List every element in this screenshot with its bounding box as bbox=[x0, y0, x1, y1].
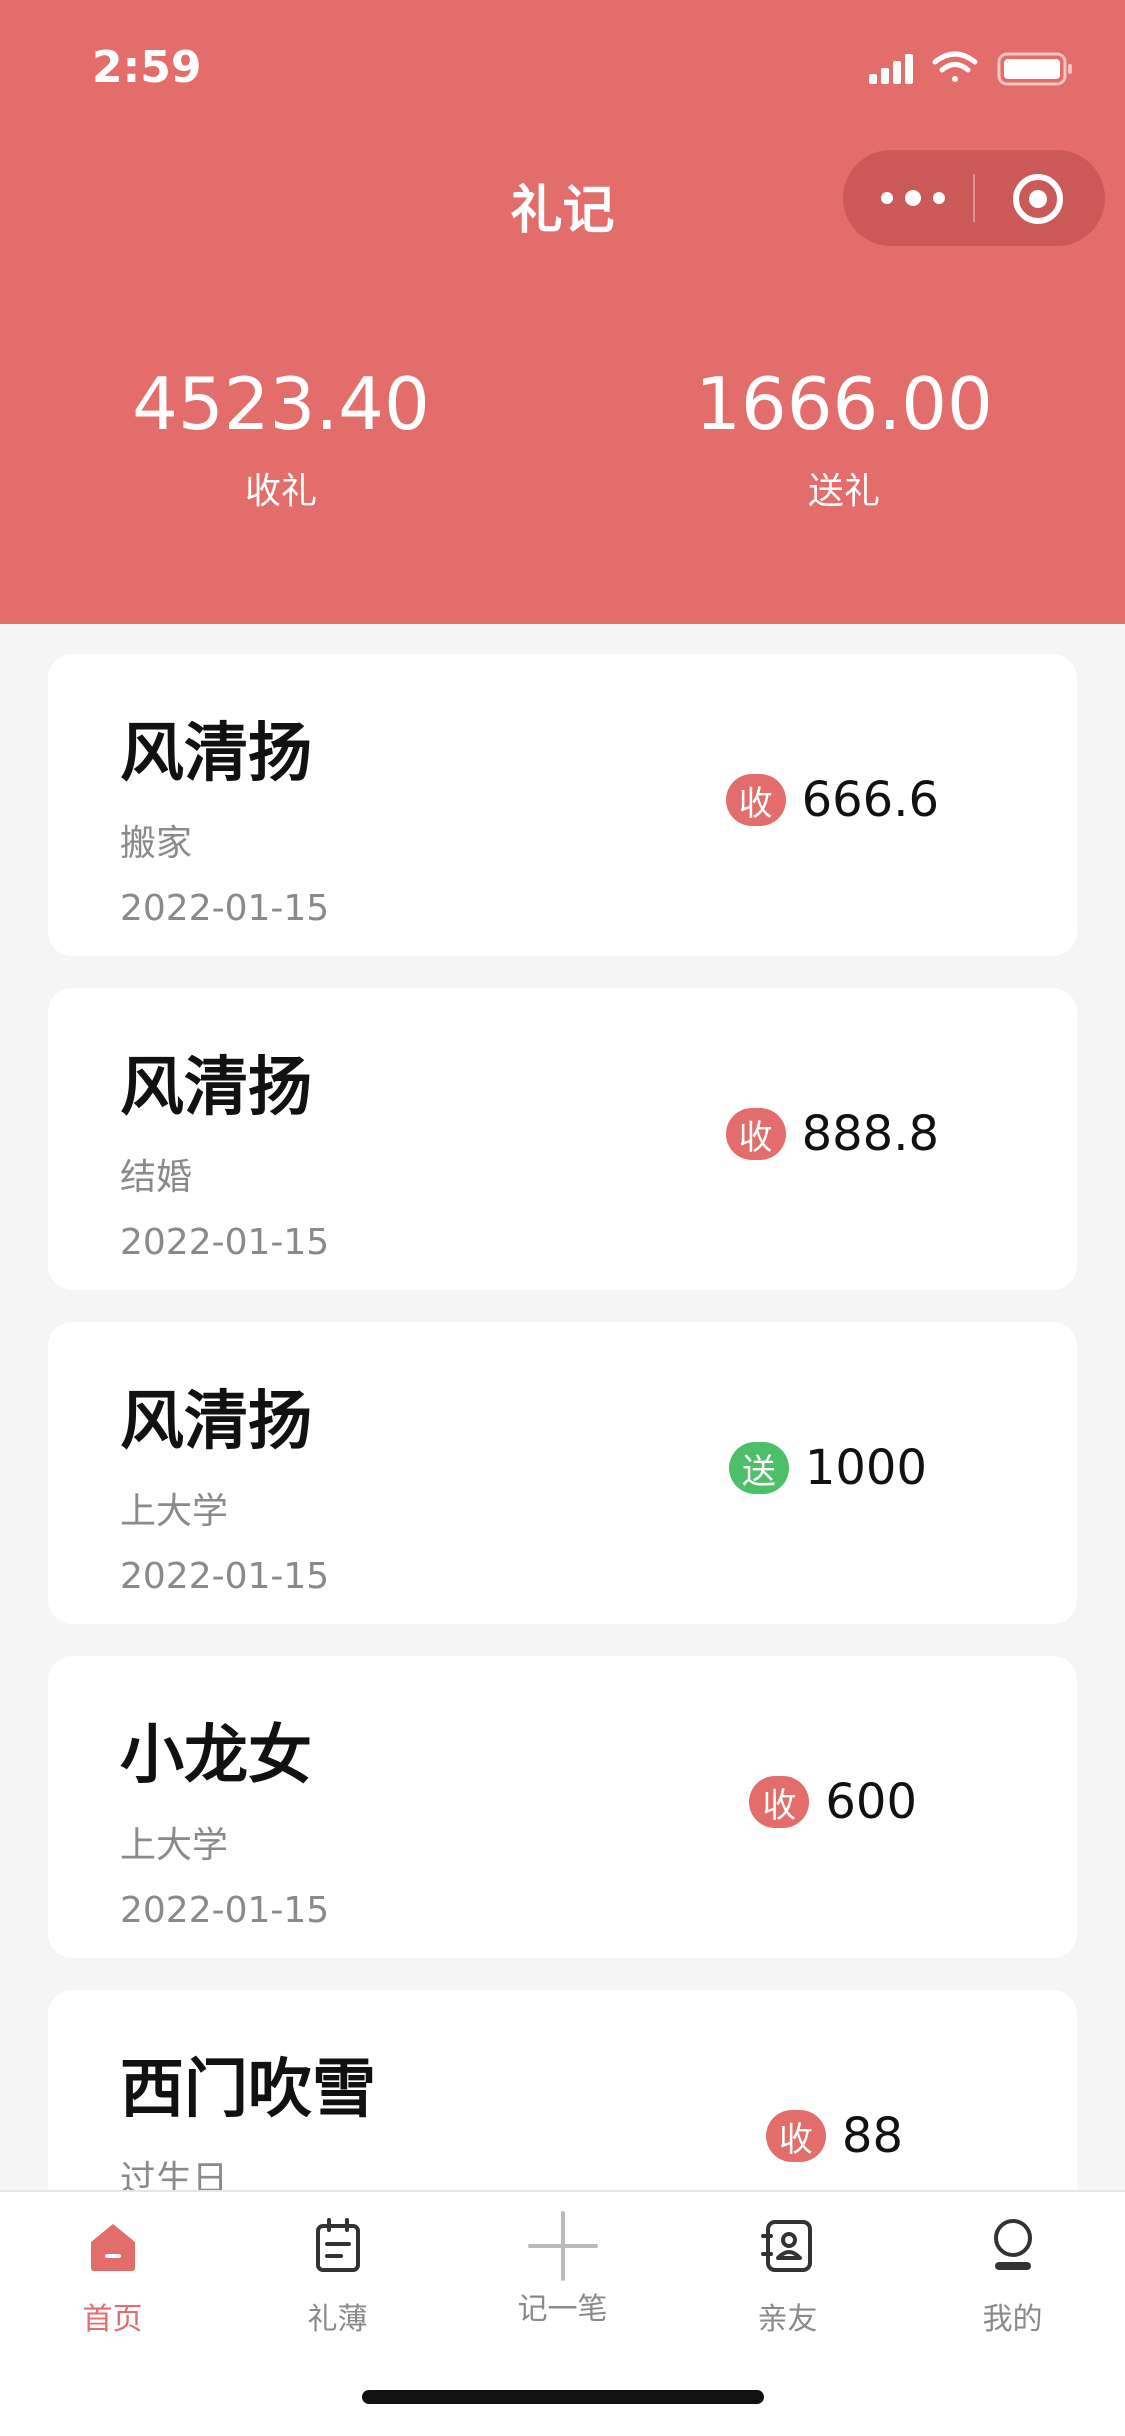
record-amount: 1000 bbox=[804, 1440, 927, 1496]
close-target-icon[interactable] bbox=[1011, 172, 1065, 226]
record-amount: 600 bbox=[825, 1774, 917, 1830]
given-total: 1666.00 bbox=[695, 362, 993, 446]
tab-home[interactable]: 首页 bbox=[0, 2216, 225, 2338]
record-event: 结婚 bbox=[120, 1157, 193, 1198]
record-type-badge: 收 bbox=[725, 774, 786, 826]
contacts-icon bbox=[760, 2220, 812, 2272]
home-icon bbox=[90, 2224, 135, 2271]
received-summary: 4523.40 收礼 bbox=[0, 368, 562, 514]
record-card[interactable]: 小龙女 上大学 2022-01-15 收 600 bbox=[48, 1656, 1077, 1958]
tab-profile[interactable]: 我的 bbox=[900, 2216, 1125, 2338]
battery-icon bbox=[997, 52, 1072, 86]
record-type-badge: 收 bbox=[725, 1108, 786, 1160]
mini-program-capsule bbox=[843, 150, 1105, 246]
record-card[interactable]: 风清扬 搬家 2022-01-15 收 666.6 bbox=[48, 654, 1077, 956]
tab-contacts[interactable]: 亲友 bbox=[675, 2216, 900, 2338]
notebook-icon bbox=[315, 2218, 360, 2272]
record-event: 上大学 bbox=[120, 1825, 229, 1866]
record-amount-group: 收 88 bbox=[765, 2108, 903, 2164]
tab-label: 礼薄 bbox=[307, 2302, 368, 2337]
record-type-badge: 收 bbox=[765, 2110, 826, 2162]
tab-add-record[interactable]: 记一笔 bbox=[450, 2211, 675, 2328]
plus-icon bbox=[527, 2211, 598, 2281]
status-time: 2:59 bbox=[92, 42, 202, 93]
more-icon[interactable] bbox=[873, 176, 953, 220]
record-amount-group: 收 600 bbox=[749, 1774, 917, 1830]
home-indicator bbox=[362, 2390, 764, 2404]
status-icons bbox=[869, 51, 1072, 86]
capsule-divider bbox=[973, 174, 975, 222]
given-label: 送礼 bbox=[807, 471, 880, 512]
record-amount-group: 收 888.8 bbox=[725, 1106, 939, 1162]
gift-record-list: 风清扬 搬家 2022-01-15 收 666.6 风清扬 结婚 2022-01… bbox=[48, 654, 1077, 2324]
record-date: 2022-01-15 bbox=[120, 1556, 330, 1597]
record-amount: 888.8 bbox=[801, 1106, 939, 1162]
record-name: 风清扬 bbox=[120, 1385, 312, 1459]
signal-icon bbox=[869, 54, 913, 84]
record-type-badge: 收 bbox=[749, 1776, 810, 1828]
record-event: 上大学 bbox=[120, 1491, 229, 1532]
record-name: 风清扬 bbox=[120, 717, 312, 791]
record-amount-group: 送 1000 bbox=[728, 1440, 927, 1496]
header: 2:59 礼记 4523.40 收礼 1666.00 送礼 bbox=[0, 0, 1125, 624]
tab-label: 记一笔 bbox=[517, 2292, 608, 2327]
wifi-icon bbox=[932, 51, 978, 82]
record-amount: 88 bbox=[841, 2108, 903, 2164]
received-total: 4523.40 bbox=[132, 362, 430, 446]
record-card[interactable]: 风清扬 结婚 2022-01-15 收 888.8 bbox=[48, 988, 1077, 1290]
record-type-badge: 送 bbox=[728, 1442, 789, 1494]
received-label: 收礼 bbox=[244, 471, 317, 512]
given-summary: 1666.00 送礼 bbox=[563, 368, 1125, 514]
record-amount: 666.6 bbox=[801, 772, 939, 828]
record-name: 风清扬 bbox=[120, 1051, 312, 1125]
record-name: 西门吹雪 bbox=[120, 2053, 376, 2127]
tab-gift-book[interactable]: 礼薄 bbox=[225, 2216, 450, 2338]
record-name: 小龙女 bbox=[120, 1719, 312, 1793]
tab-label: 首页 bbox=[82, 2302, 143, 2337]
record-event: 搬家 bbox=[120, 823, 193, 864]
tab-label: 我的 bbox=[982, 2302, 1043, 2337]
profile-icon bbox=[993, 2219, 1032, 2270]
tab-label: 亲友 bbox=[757, 2302, 818, 2337]
record-date: 2022-01-15 bbox=[120, 888, 330, 929]
record-date: 2022-01-15 bbox=[120, 1222, 330, 1263]
record-date: 2022-01-15 bbox=[120, 1890, 330, 1931]
record-amount-group: 收 666.6 bbox=[725, 772, 939, 828]
record-card[interactable]: 风清扬 上大学 2022-01-15 送 1000 bbox=[48, 1322, 1077, 1624]
